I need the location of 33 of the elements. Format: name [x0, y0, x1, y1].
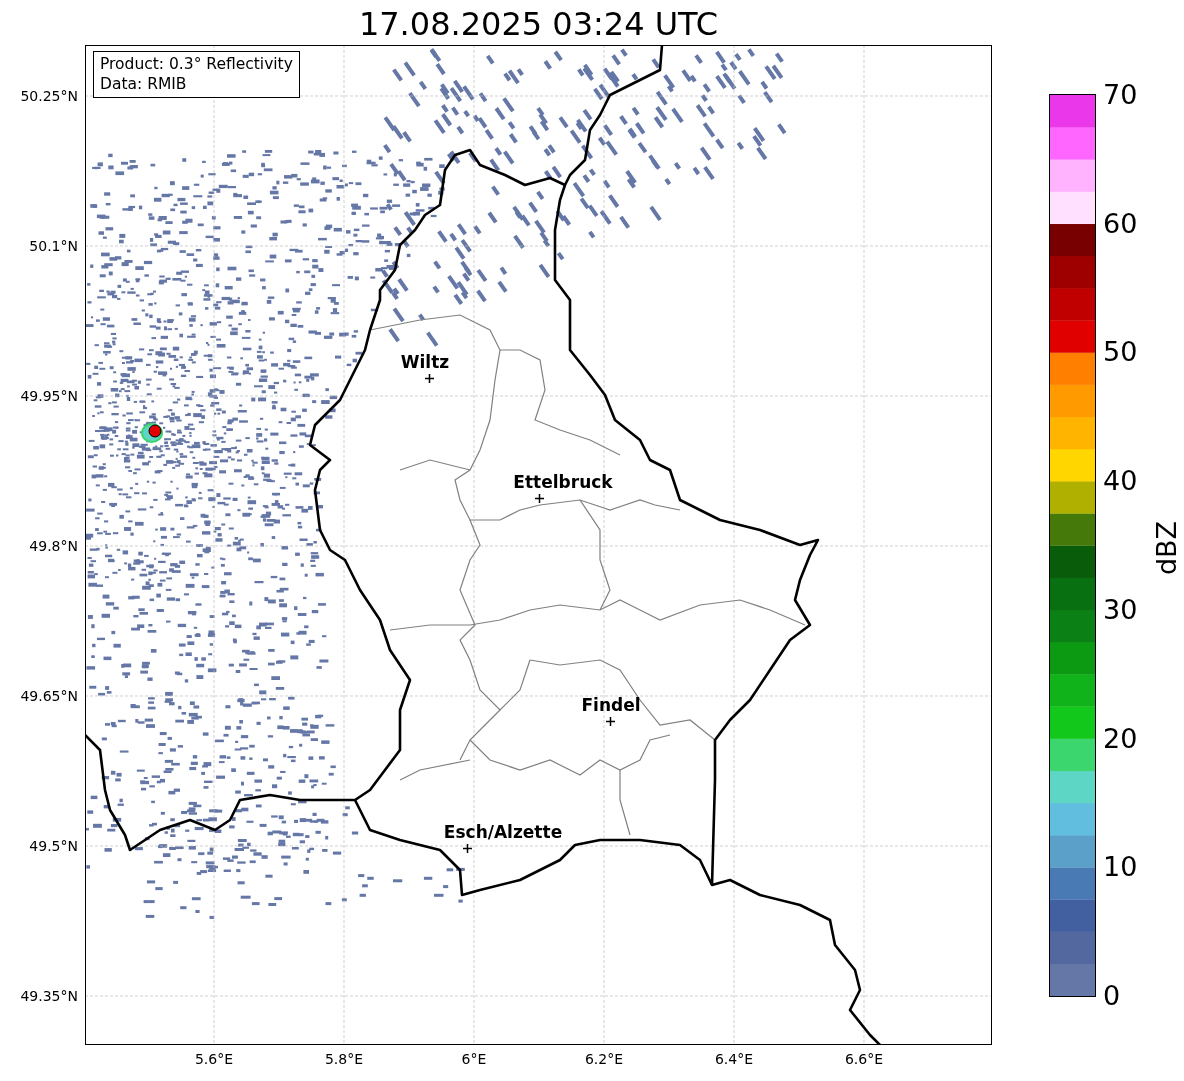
axis-tick-label: 50.1°N	[29, 237, 78, 255]
colorbar-tick-label: 70	[1103, 80, 1138, 110]
axis-tick-label: 5.6°E	[194, 1050, 234, 1068]
axis-tick-label: 6°E	[461, 1050, 487, 1068]
info-text: Product: 0.3° Reflectivity	[100, 54, 293, 74]
chart-title: 17.08.2025 03:24 UTC	[357, 4, 720, 44]
colorbar-tick-label: 40	[1103, 466, 1138, 497]
city-label: Findel	[581, 695, 641, 715]
colorbar-tick-label: 0	[1103, 981, 1121, 1011]
city-label: Wiltz	[400, 352, 450, 372]
colorbar-label: dBZ	[1152, 520, 1183, 576]
colorbar-tick-label: 50	[1103, 337, 1138, 368]
axis-tick-label: 49.5°N	[29, 837, 78, 855]
axis-tick-label: 50.25°N	[20, 87, 78, 105]
info-text: Data: RMIB	[100, 74, 188, 94]
city-marker-icon	[534, 493, 544, 503]
city-label: Esch/Alzette	[443, 822, 563, 842]
city-marker-icon	[424, 373, 434, 383]
axis-tick-label: 49.65°N	[20, 687, 78, 705]
colorbar-tick-label: 20	[1103, 723, 1138, 754]
colorbar-tick-label: 60	[1103, 208, 1138, 239]
axis-tick-label: 49.35°N	[20, 987, 78, 1005]
city-marker-icon	[462, 843, 472, 853]
colorbar-tick-label: 10	[1103, 852, 1138, 883]
axis-tick-label: 49.95°N	[20, 387, 78, 405]
city-marker-icon	[605, 716, 615, 726]
axis-tick-label: 49.8°N	[29, 537, 78, 555]
axis-tick-label: 6.2°E	[584, 1050, 624, 1068]
axis-tick-label: 6.4°E	[714, 1050, 754, 1068]
city-label: Ettelbruck	[513, 472, 613, 492]
colorbar-tick-label: 30	[1103, 594, 1138, 625]
axis-tick-label: 5.8°E	[324, 1050, 364, 1068]
axis-tick-label: 6.6°E	[844, 1050, 884, 1068]
